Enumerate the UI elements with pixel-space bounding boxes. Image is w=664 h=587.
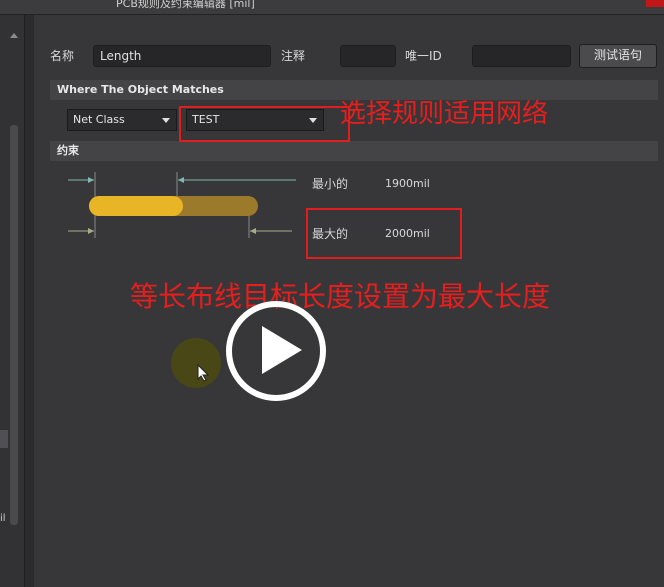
match-type-value: Net Class [73,113,125,126]
title-bar: PCB规则及约束编辑器 [mil] [0,0,664,15]
play-icon [262,326,302,374]
length-bar-fill [89,196,183,216]
name-label: 名称 [50,49,75,63]
comment-label: 注释 [281,49,306,63]
comment-input[interactable] [340,45,396,67]
left-panel: il [0,15,25,587]
uid-label: 唯一ID [405,49,442,63]
left-panel-text: il [0,513,6,524]
network-highlight-box [179,106,350,142]
scrollbar-thumb[interactable] [10,125,18,525]
match-type-select[interactable]: Net Class [67,109,177,131]
constraints-section-header: 约束 [50,141,658,161]
length-annotation: 等长布线目标长度设置为最大长度 [130,280,551,313]
mouse-cursor-icon [197,364,209,382]
scroll-up-icon[interactable] [10,33,18,38]
left-panel-selection[interactable] [0,430,8,448]
test-query-button[interactable]: 测试语句 [579,44,657,68]
max-length-highlight-box [306,208,462,259]
close-button[interactable] [646,0,664,7]
arrow-left-icon [178,177,184,183]
min-length-value[interactable]: 1900mil [385,177,430,190]
name-input[interactable]: Length [93,45,271,67]
length-diagram [68,172,296,238]
arrow-right-icon [88,177,94,183]
arrow-left-icon [250,228,256,234]
min-length-label: 最小的 [312,177,349,191]
window-title: PCB规则及约束编辑器 [mil] [116,0,255,10]
arrow-right-icon [88,228,94,234]
chevron-down-icon [162,118,170,123]
cursor-highlight [171,338,221,388]
uid-input[interactable] [472,45,571,67]
network-annotation: 选择规则适用网络 [340,99,549,129]
